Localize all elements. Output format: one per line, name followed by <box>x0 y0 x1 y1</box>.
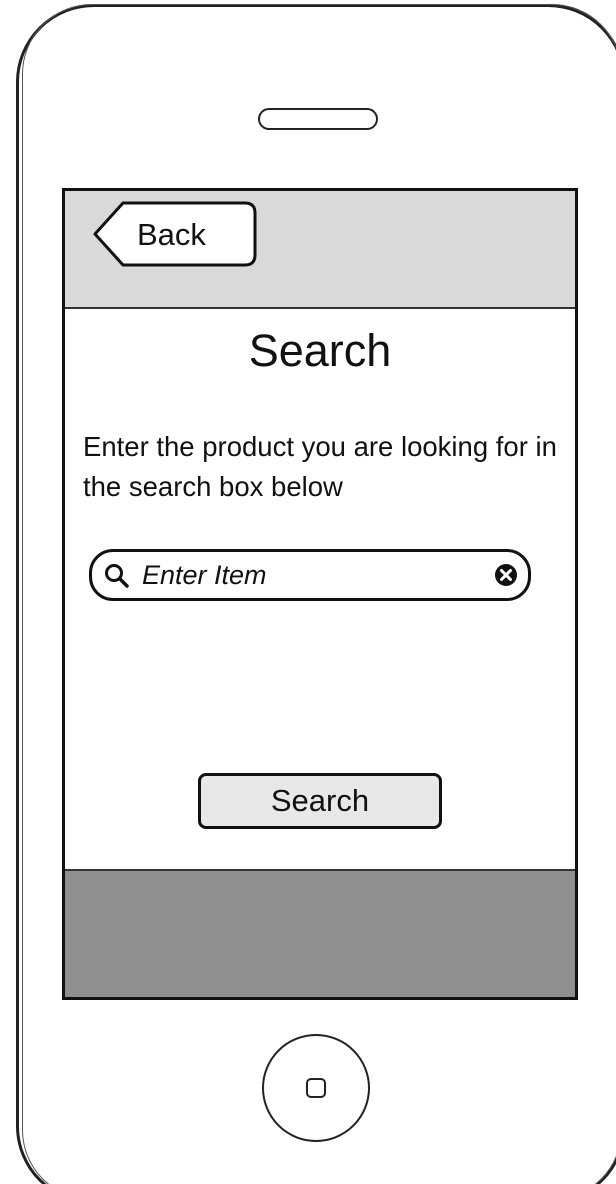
instructions-text: Enter the product you are looking for in… <box>83 431 557 502</box>
page-title: Search <box>248 325 392 376</box>
back-button[interactable]: Back <box>93 201 257 267</box>
clear-icon[interactable] <box>494 563 518 587</box>
navigation-bar: Back <box>65 191 575 309</box>
earpiece-speaker <box>258 108 378 130</box>
search-input[interactable]: Enter Item <box>89 549 531 601</box>
search-icon <box>105 564 129 588</box>
search-placeholder: Enter Item <box>142 560 267 590</box>
home-square-icon <box>306 1078 326 1098</box>
search-button[interactable]: Search <box>198 773 442 829</box>
phone-screen: Back Search Enter the product you are lo… <box>62 188 578 1000</box>
footer-bar <box>65 869 575 997</box>
home-button[interactable] <box>262 1034 370 1142</box>
wireframe-canvas: Back Search Enter the product you are lo… <box>0 0 616 1184</box>
back-button-label: Back <box>137 217 206 252</box>
